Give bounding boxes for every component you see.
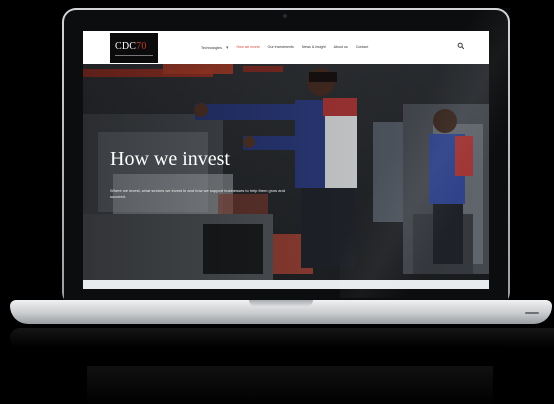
nav-item-contact[interactable]: Contact <box>356 45 368 51</box>
hero-photo <box>83 64 489 280</box>
chevron-down-icon: ▾ <box>225 45 229 51</box>
power-indicator <box>525 312 539 314</box>
logo-wordmark: CDC70 <box>115 42 147 52</box>
nav-item-label: Contact <box>355 45 369 49</box>
top-navbar: CDC70 Technologies ▾ How we invest Our in… <box>83 31 489 64</box>
nav-item-our-investments[interactable]: Our investments <box>268 45 294 51</box>
hero-banner: How we invest Where we invest, what sect… <box>83 64 489 280</box>
logo-text: CDC <box>115 41 137 52</box>
nav-item-label: How we invest <box>236 45 260 49</box>
site-logo[interactable]: CDC70 <box>110 33 158 63</box>
stage: CDC70 Technologies ▾ How we invest Our in… <box>0 0 554 404</box>
hero-description: Where we invest, what sectors we invest … <box>110 188 285 199</box>
nav-item-label: Technologies <box>201 46 222 50</box>
nav-item-label: News & insight <box>301 45 326 49</box>
camera-icon <box>283 14 287 18</box>
laptop-base <box>10 300 552 330</box>
nav-item-technologies[interactable]: Technologies ▾ <box>201 45 229 51</box>
nav-item-label: About us <box>333 45 348 49</box>
logo-accent: 70 <box>136 41 147 52</box>
nav-item-label: Our investments <box>267 45 294 49</box>
nav-item-news-insight[interactable]: News & insight <box>302 45 326 51</box>
lid-notch <box>249 300 313 306</box>
logo-underline <box>115 55 153 56</box>
reflection-screen <box>87 366 493 404</box>
floor-reflection <box>10 328 554 404</box>
nav-item-how-we-invest[interactable]: How we invest <box>237 45 260 51</box>
search-icon[interactable] <box>457 42 465 50</box>
hero-title: How we invest <box>110 148 230 170</box>
website-screen: CDC70 Technologies ▾ How we invest Our in… <box>83 31 489 289</box>
content-strip <box>83 280 489 289</box>
nav-menu: Technologies ▾ How we invest Our investme… <box>201 45 368 51</box>
nav-item-about-us[interactable]: About us <box>334 45 348 51</box>
reflection-base <box>10 328 554 348</box>
